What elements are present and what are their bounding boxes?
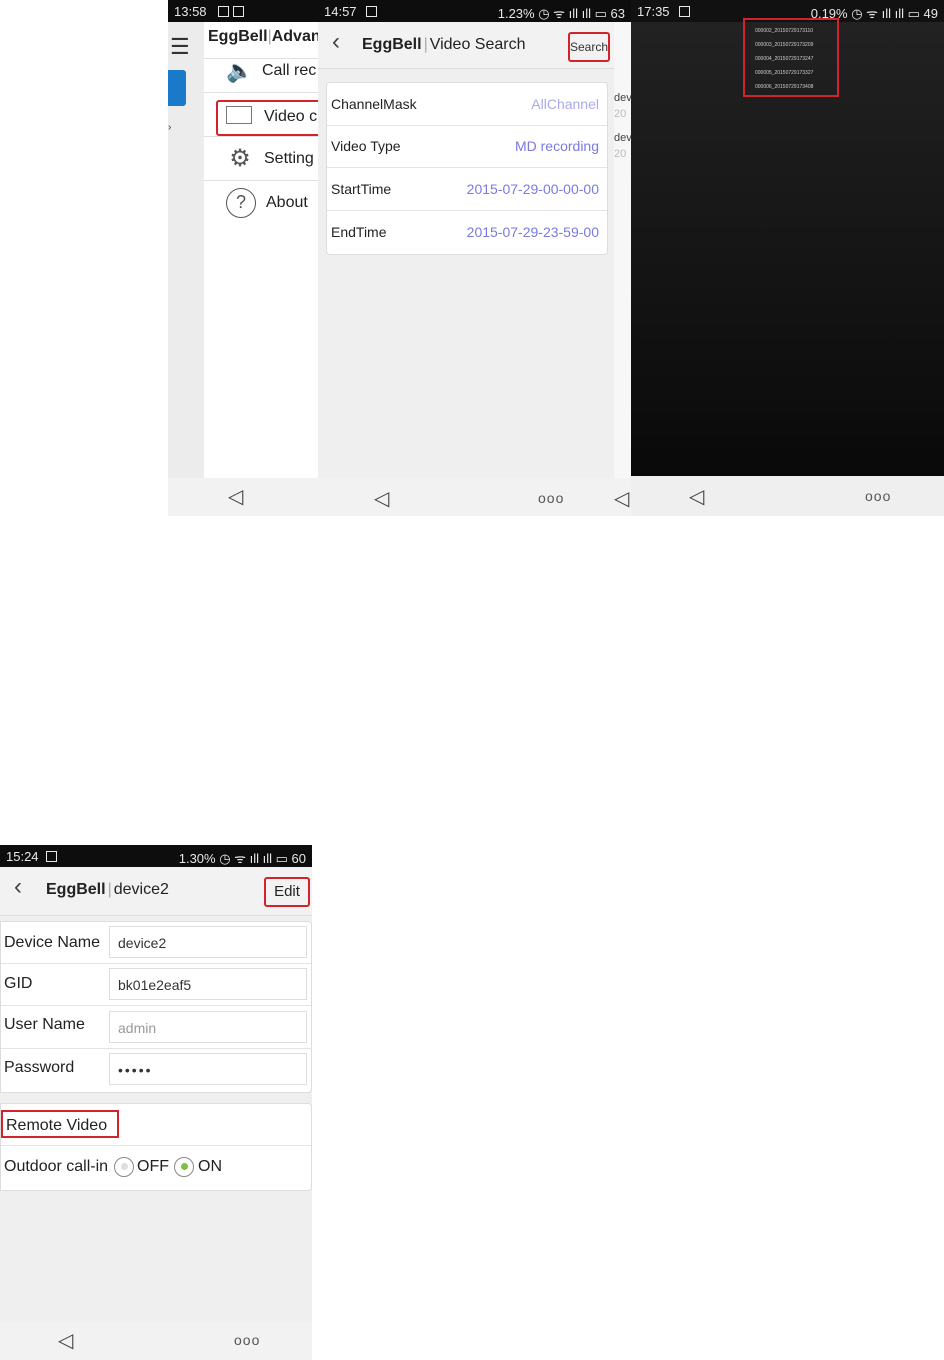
device-name-field[interactable]: device2 [109,926,307,958]
more-icon[interactable]: ooo [538,490,564,506]
menu-item-about[interactable]: About [266,194,308,212]
field-label-user-name: User Name [4,1016,85,1033]
video-file-item[interactable]: 000005_20150729173327 [755,66,813,80]
field-label-gid: GID [4,975,33,992]
video-icon [226,106,252,124]
form-row-channelmask[interactable]: ChannelMask AllChannel [327,83,607,126]
menu-item-call-record[interactable]: Call rec [262,62,316,80]
back-nav-icon[interactable]: ◁ [689,484,704,509]
status-bar: 15:24 1.30% ◷ ᯤ ıll ıll ▭ 60 [0,845,312,867]
system-nav-bar: ◁ ooo ◁ [318,478,631,516]
status-time: 17:35 [637,4,670,19]
status-time: 15:24 [6,849,39,864]
field-label-password: Password [4,1059,75,1076]
menu-item-setting[interactable]: Setting [264,150,314,168]
password-field[interactable]: ••••• [109,1053,307,1085]
system-nav-bar: ◁ [168,478,318,516]
video-file-item[interactable]: 000006_20150729173408 [755,80,813,94]
video-file-item[interactable]: 000002_20150729173110 [755,24,813,38]
status-time: 14:57 [324,4,357,19]
more-icon[interactable]: ooo [234,1332,260,1348]
status-indicators: 1.23% ◷ ᯤ ıll ıll ▭ 63 [497,6,625,21]
user-name-field[interactable]: admin [109,1011,307,1043]
status-bar: 14:57 1.23% ◷ ᯤ ıll ıll ▭ 63 [318,0,631,22]
screen-device-settings: 15:24 1.30% ◷ ᯤ ıll ıll ▭ 60 ‹ EggBell | d… [0,845,312,1360]
back-nav-icon[interactable]: ◁ [58,1328,73,1353]
chevron-left-icon[interactable]: ‹ [14,873,22,901]
screen-video-search: 14:57 1.23% ◷ ᯤ ıll ıll ▭ 63 ‹ EggBell | V… [318,0,631,516]
menu-panel: EggBell|Advan 🔈 Call rec Video c ⚙ Setti… [204,22,318,478]
page-title: EggBell|Advan [208,28,318,45]
app-header: ‹ EggBell | Video Search Search [318,22,614,69]
back-nav-icon[interactable]: ◁ [228,484,243,509]
status-time: 13:58 [174,4,207,19]
speaker-icon: 🔈 [226,58,254,83]
app-header: ‹ EggBell | device2 Edit [0,867,312,916]
form-row-endtime[interactable]: EndTime 2015-07-29-23-59-00 [327,211,607,253]
gear-icon: ⚙ [229,145,251,172]
form-row-video-type[interactable]: Video Type MD recording [327,125,607,168]
device-form: Device Name device2 GID bk01e2eaf5 User … [0,921,312,1093]
radio-on[interactable] [174,1157,194,1177]
field-label-device-name: Device Name [4,934,101,951]
status-bar: 13:58 [168,0,318,22]
page-title: EggBell | device2 [46,881,169,898]
radio-on-label: ON [198,1158,222,1175]
help-icon: ? [226,188,256,218]
gid-field[interactable]: bk01e2eaf5 [109,968,307,1000]
radio-off[interactable] [114,1157,134,1177]
remote-video-section: Remote Video Outdoor call-in OFF ON [0,1103,312,1191]
back-nav-icon-peek[interactable]: ◁ [614,486,629,511]
radio-off-label: OFF [137,1158,169,1175]
side-drawer-strip: ☰ › [168,22,204,478]
chevron-left-icon[interactable]: ‹ [332,28,340,56]
video-file-list: 000002_20150729173110 000003_20150729173… [755,24,813,94]
outdoor-call-in-label: Outdoor call-in [4,1158,109,1175]
page-title: EggBell | Video Search [362,36,526,53]
system-nav-bar: ◁ ooo [631,476,944,516]
more-icon[interactable]: ooo [865,488,891,504]
video-file-item[interactable]: 000003_20150729173209 [755,38,813,52]
peek-list: dev 20 dev 20 [614,22,631,478]
drawer-tab[interactable] [168,70,186,106]
status-indicators: 1.30% ◷ ᯤ ıll ıll ▭ 60 [178,851,306,866]
menu-item-video-call[interactable]: Video c [264,108,317,126]
search-button[interactable]: Search [568,32,610,62]
form-row-starttime[interactable]: StartTime 2015-07-29-00-00-00 [327,168,607,211]
arrow-icon: › [168,122,172,133]
back-nav-icon[interactable]: ◁ [374,486,389,511]
remote-video-label: Remote Video [1,1110,119,1138]
screen-video-list: 17:35 0.19% ◷ ᯤ ıll ıll ▭ 49 000002_2015… [631,0,944,516]
search-form: ChannelMask AllChannel Video Type MD rec… [326,82,608,255]
screen-advanced-menu: 13:58 ☰ › EggBell|Advan 🔈 Call rec Video… [168,0,318,516]
edit-button[interactable]: Edit [264,877,310,907]
system-nav-bar: ◁ ooo [0,1322,312,1360]
hamburger-icon[interactable]: ☰ [170,34,190,60]
video-file-item[interactable]: 000004_20150729173247 [755,52,813,66]
status-icons [214,4,244,19]
